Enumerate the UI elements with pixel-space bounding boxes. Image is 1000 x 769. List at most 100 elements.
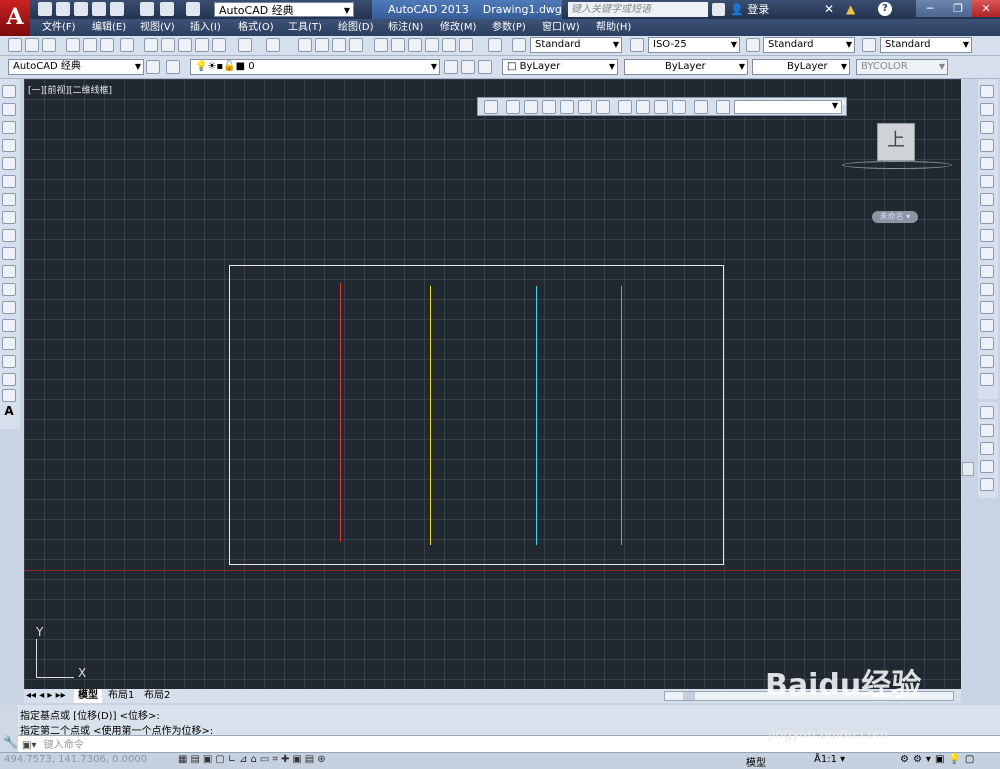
plot-icon[interactable]	[140, 2, 154, 16]
break-icon[interactable]	[980, 301, 994, 314]
blend-curves-icon[interactable]	[980, 373, 994, 386]
close-icon[interactable]: ×	[840, 98, 848, 108]
zoom-icon[interactable]	[716, 100, 730, 114]
ellipse-icon[interactable]	[2, 247, 16, 260]
bring-to-front-icon[interactable]	[980, 406, 994, 419]
menu-format[interactable]: 格式(O)	[238, 19, 274, 36]
text-style-icon[interactable]	[512, 38, 526, 52]
lineweight-select[interactable]: ByLayer ▼	[752, 59, 850, 75]
menu-help[interactable]: 帮助(H)	[596, 19, 631, 36]
quickcalc-icon[interactable]	[459, 38, 473, 52]
bottom-view-icon[interactable]	[524, 100, 538, 114]
wcs-menu[interactable]: 未命名 ▾	[872, 211, 918, 223]
workspace-selector[interactable]: AutoCAD 经典 ▼	[214, 2, 354, 17]
layer-state-icon[interactable]	[478, 60, 492, 74]
table-style-select[interactable]: Standard ▼	[763, 37, 855, 53]
cyan-line[interactable]	[536, 286, 537, 545]
text-style-select[interactable]: Standard ▼	[530, 37, 622, 53]
scroll-thumb[interactable]	[683, 692, 695, 700]
make-block-icon[interactable]	[2, 301, 16, 314]
layer-select[interactable]: 💡☀▪🔓■ 0 ▼	[190, 59, 440, 75]
annotation-scale[interactable]: Å1:1 ▾	[814, 754, 845, 765]
top-view-icon[interactable]	[506, 100, 520, 114]
right-view-icon[interactable]	[560, 100, 574, 114]
yellow-line[interactable]	[430, 286, 431, 545]
tab-model[interactable]: 模型	[74, 689, 102, 703]
publish-icon[interactable]	[100, 38, 114, 52]
redo-icon[interactable]	[186, 2, 200, 16]
point-icon[interactable]	[2, 319, 16, 332]
mirror-icon[interactable]	[980, 121, 994, 134]
publish-icon[interactable]	[110, 2, 124, 16]
rectangle-icon[interactable]	[2, 157, 16, 170]
array-icon[interactable]	[980, 157, 994, 170]
3d-print-icon[interactable]	[120, 38, 134, 52]
bring-above-icon[interactable]	[980, 442, 994, 455]
offset-icon[interactable]	[980, 139, 994, 152]
zoom-previous-icon[interactable]	[349, 38, 363, 52]
insert-block-icon[interactable]	[2, 283, 16, 296]
menu-file[interactable]: 文件(F)	[42, 19, 76, 36]
linetype-select[interactable]: ByLayer ▼	[624, 59, 748, 75]
polygon-icon[interactable]	[2, 139, 16, 152]
break-at-point-icon[interactable]	[980, 283, 994, 296]
viewport-label[interactable]: [一][前视][二维线框]	[28, 83, 112, 96]
left-view-icon[interactable]	[542, 100, 556, 114]
status-tray-icons[interactable]: ⚙⚙▾▣💡▢	[900, 754, 978, 765]
send-under-icon[interactable]	[980, 460, 994, 473]
table-style-icon[interactable]	[746, 38, 760, 52]
menu-tools[interactable]: 工具(T)	[288, 19, 322, 36]
red-line[interactable]	[340, 283, 341, 542]
command-handle[interactable]: 🔧	[0, 705, 18, 752]
named-views-icon[interactable]	[484, 100, 498, 114]
nw-iso-icon[interactable]	[672, 100, 686, 114]
pan-icon[interactable]	[298, 38, 312, 52]
layer-properties-icon[interactable]	[166, 60, 180, 74]
line-icon[interactable]	[2, 85, 16, 98]
tool-palettes-icon[interactable]	[408, 38, 422, 52]
dim-style-icon[interactable]	[630, 38, 644, 52]
zoom-window-icon[interactable]	[332, 38, 346, 52]
move-icon[interactable]	[980, 175, 994, 188]
open-icon[interactable]	[56, 2, 70, 16]
menu-edit[interactable]: 编辑(E)	[92, 19, 126, 36]
workspace-select[interactable]: AutoCAD 经典 ▼	[8, 59, 144, 75]
hatch-icon[interactable]	[2, 337, 16, 350]
circle-icon[interactable]	[2, 193, 16, 206]
zoom-realtime-icon[interactable]	[315, 38, 329, 52]
make-current-icon[interactable]	[444, 60, 458, 74]
table-icon[interactable]	[2, 389, 16, 402]
revision-cloud-icon[interactable]	[2, 211, 16, 224]
tab-nav-arrows[interactable]: ◂◂ ◂ ▸ ▸▸	[26, 689, 66, 703]
redo-icon[interactable]	[266, 38, 280, 52]
back-view-icon[interactable]	[596, 100, 610, 114]
sheet-set-icon[interactable]	[425, 38, 439, 52]
vertical-scrollbar[interactable]	[962, 462, 974, 476]
layer-previous-icon[interactable]	[461, 60, 475, 74]
help-icon[interactable]	[488, 38, 502, 52]
arc-icon[interactable]	[2, 175, 16, 188]
tab-layout2[interactable]: 布局2	[144, 689, 170, 703]
viewcube-compass[interactable]	[842, 161, 952, 169]
block-editor-icon[interactable]	[212, 38, 226, 52]
menu-insert[interactable]: 插入(I)	[190, 19, 221, 36]
markup-icon[interactable]	[442, 38, 456, 52]
trim-icon[interactable]	[980, 247, 994, 260]
menu-window[interactable]: 窗口(W)	[542, 19, 580, 36]
menu-parametric[interactable]: 参数(P)	[492, 19, 526, 36]
cut-icon[interactable]	[144, 38, 158, 52]
undo-icon[interactable]	[160, 2, 174, 16]
copy-object-icon[interactable]	[980, 103, 994, 116]
dim-style-select[interactable]: ISO-25 ▼	[648, 37, 740, 53]
multiline-text-icon[interactable]: A	[2, 405, 16, 418]
tab-layout1[interactable]: 布局1	[108, 689, 134, 703]
polyline-icon[interactable]	[2, 121, 16, 134]
erase-icon[interactable]	[980, 85, 994, 98]
camera-icon[interactable]	[694, 100, 708, 114]
plot-style-select[interactable]: BYCOLOR ▼	[856, 59, 948, 75]
workspace-settings-icon[interactable]	[146, 60, 160, 74]
plot-preview-icon[interactable]	[83, 38, 97, 52]
paste-icon[interactable]	[178, 38, 192, 52]
autocad-logo-icon[interactable]: A	[0, 0, 30, 36]
close-button[interactable]: ✕	[972, 0, 1000, 17]
